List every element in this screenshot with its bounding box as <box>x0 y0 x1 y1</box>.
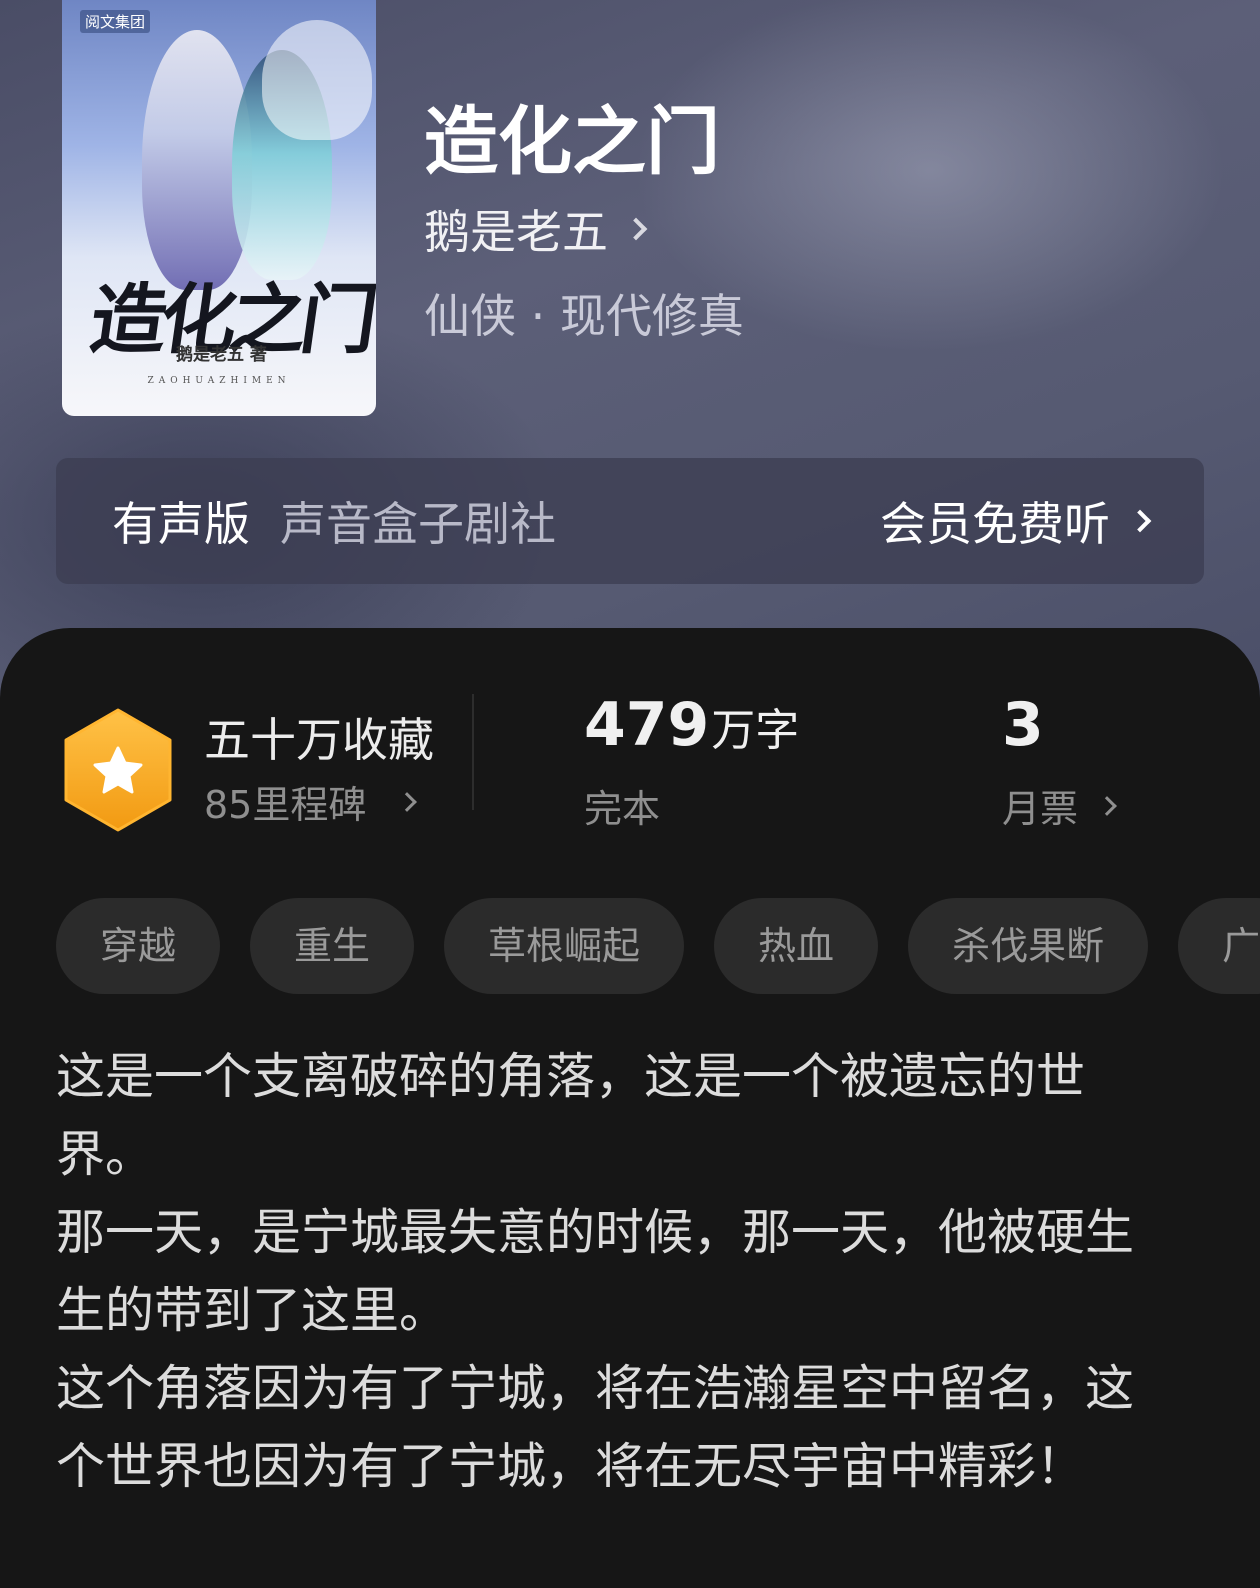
cover-author: 鹅是老五 著 <box>176 345 267 365</box>
cover-pinyin: ZAOHUAZHIMEN <box>147 376 291 386</box>
synopsis-paragraph: 这是一个支离破碎的角落，这是一个被遗忘的世界。 <box>56 1048 1086 1183</box>
milestones-label: 85里程碑 <box>204 783 367 827</box>
divider <box>472 694 474 810</box>
chevron-right-icon <box>397 791 418 812</box>
listen-free-button[interactable]: 会员免费听 <box>880 488 1152 554</box>
audio-version-bar[interactable]: 有声版 声音盒子剧社 会员免费听 <box>56 458 1204 584</box>
word-count-number: 479 <box>584 690 710 760</box>
word-count: 479 万字 <box>584 690 799 760</box>
audio-label: 有声版 <box>112 497 250 551</box>
book-detail-page: 阅文集团 造化之门 鹅是老五 著 ZAOHUAZHIMEN 造化之门 鹅是老五 … <box>0 0 1260 1588</box>
synopsis[interactable]: 这是一个支离破碎的角落，这是一个被遗忘的世界。 那一天，是宁城最失意的时候，那一… <box>56 1038 1176 1506</box>
chevron-right-icon <box>1097 795 1117 816</box>
tag-chip[interactable]: 广 <box>1178 898 1260 994</box>
publisher-logo: 阅文集团 <box>80 10 151 33</box>
author-name: 鹅是老五 <box>424 205 608 259</box>
chevron-right-icon <box>1128 509 1152 533</box>
synopsis-paragraph: 那一天，是宁城最失意的时候，那一天，他被硬生生的带到了这里。 <box>56 1204 1135 1339</box>
word-count-unit: 万字 <box>711 705 800 756</box>
genre-label: 仙侠 · 现代修真 <box>424 289 744 343</box>
star-badge-icon <box>64 708 172 832</box>
book-title: 造化之门 <box>424 99 720 185</box>
monthly-votes-count: 3 <box>1002 690 1044 760</box>
tag-chip[interactable]: 重生 <box>250 898 415 994</box>
tag-chip[interactable]: 杀伐果断 <box>908 898 1149 994</box>
stats-row: 五十万收藏 85里程碑 479 万字 完本 3 月票 <box>0 628 1260 858</box>
tag-list: 穿越 重生 草根崛起 热血 杀伐果断广 <box>56 898 1260 998</box>
tag-chip[interactable]: 穿越 <box>56 898 221 994</box>
tag-chip[interactable]: 草根崛起 <box>444 898 685 994</box>
completion-status: 完本 <box>584 787 661 831</box>
audio-source: 声音盒子剧社 <box>280 497 556 551</box>
book-cover[interactable]: 阅文集团 造化之门 鹅是老五 著 ZAOHUAZHIMEN <box>62 0 376 416</box>
listen-free-label: 会员免费听 <box>880 497 1110 551</box>
favorites-count: 五十万收藏 <box>204 713 434 767</box>
author-link[interactable]: 鹅是老五 <box>424 196 648 262</box>
chevron-right-icon <box>624 217 648 241</box>
tag-chip[interactable]: 热血 <box>714 898 879 994</box>
monthly-votes-label: 月票 <box>1002 787 1079 831</box>
hero-header: 阅文集团 造化之门 鹅是老五 著 ZAOHUAZHIMEN 造化之门 鹅是老五 … <box>0 0 1260 700</box>
synopsis-paragraph: 这个角落因为有了宁城，将在浩瀚星空中留名，这个世界也因为有了宁城，将在无尽宇宙中… <box>56 1360 1135 1495</box>
details-sheet: 五十万收藏 85里程碑 479 万字 完本 3 月票 穿越 重生 草根崛起 热血 杀伐果… <box>0 628 1260 1588</box>
milestones-link[interactable]: 85里程碑 <box>204 774 418 829</box>
monthly-votes-link[interactable]: 月票 <box>1002 778 1117 833</box>
